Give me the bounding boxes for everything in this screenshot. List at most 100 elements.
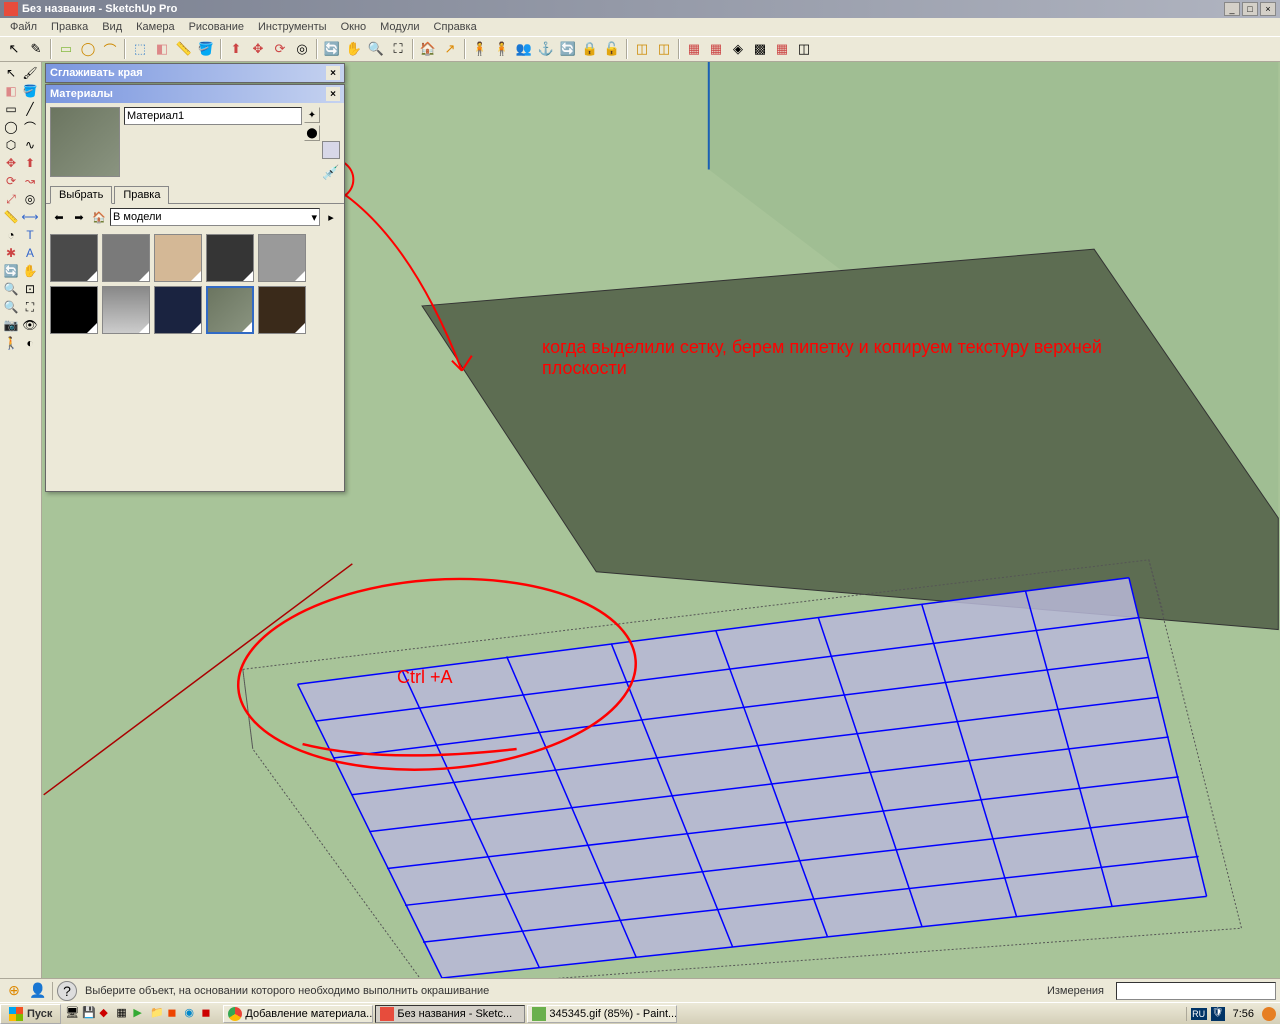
anchor-icon[interactable]: ⚓ (536, 39, 556, 59)
arc-tool-icon[interactable]: ⌒ (100, 39, 120, 59)
layer2-icon[interactable]: ◫ (654, 39, 674, 59)
menu-camera[interactable]: Камера (130, 19, 180, 35)
material-swatch[interactable] (258, 286, 306, 334)
nav-back-icon[interactable]: ⬅ (50, 208, 68, 226)
component-tool-icon[interactable]: ⬚ (130, 39, 150, 59)
ql-desktop-icon[interactable]: 🖥 (65, 1006, 81, 1022)
eyedropper-tool-icon[interactable]: 💉 (322, 163, 340, 181)
zoom-tool-icon[interactable]: 🔍 (366, 39, 386, 59)
lt-sect-icon[interactable]: ◐ (21, 334, 39, 352)
ext6-icon[interactable]: ◫ (794, 39, 814, 59)
move-tool-icon[interactable]: ✥ (248, 39, 268, 59)
orbit-tool-icon[interactable]: 🔄 (322, 39, 342, 59)
lt-text-icon[interactable]: T (21, 226, 39, 244)
lt-arc-icon[interactable]: ⌒ (21, 118, 39, 136)
panel-smooth-edges[interactable]: Сглаживать края × (45, 63, 345, 83)
material-swatch[interactable] (154, 286, 202, 334)
material-swatch[interactable] (50, 234, 98, 282)
minimize-button[interactable]: _ (1224, 2, 1240, 16)
panel-materials-close-icon[interactable]: × (326, 87, 340, 101)
lt-circle-icon[interactable]: ◯ (2, 118, 20, 136)
lt-follow-icon[interactable]: ↝ (21, 172, 39, 190)
ext4-icon[interactable]: ▩ (750, 39, 770, 59)
lt-walk-icon[interactable]: 👁 (21, 316, 39, 334)
refresh-icon[interactable]: 🔄 (558, 39, 578, 59)
material-swatch[interactable] (102, 234, 150, 282)
material-create-icon[interactable]: ⬤ (304, 125, 320, 141)
tab-edit[interactable]: Правка (114, 186, 169, 204)
ext5-icon[interactable]: ▦ (772, 39, 792, 59)
lt-rect-icon[interactable]: ▭ (2, 100, 20, 118)
status-geo-icon[interactable]: ⊕ (4, 981, 24, 1001)
ql-app1-icon[interactable]: ◆ (99, 1006, 115, 1022)
lt-look-icon[interactable]: 🚶 (2, 334, 20, 352)
offset-tool-icon[interactable]: ◎ (292, 39, 312, 59)
menu-plugins[interactable]: Модули (374, 19, 425, 35)
status-credits-icon[interactable]: 👤 (28, 981, 48, 1001)
menu-file[interactable]: Файл (4, 19, 43, 35)
menu-view[interactable]: Вид (96, 19, 128, 35)
line-tool-icon[interactable]: ✎ (26, 39, 46, 59)
warehouse-icon[interactable]: 🏠 (418, 39, 438, 59)
ql-app5-icon[interactable]: ◼ (167, 1006, 183, 1022)
lt-line-icon[interactable]: ╱ (21, 100, 39, 118)
material-swatch[interactable] (154, 234, 202, 282)
ql-app3-icon[interactable]: ▶ (133, 1006, 149, 1022)
lt-axes-icon[interactable]: ✱ (2, 244, 20, 262)
status-help-icon[interactable]: ? (57, 981, 77, 1001)
nav-forward-icon[interactable]: ➡ (70, 208, 88, 226)
tray-shield-icon[interactable]: 🛡 (1211, 1007, 1225, 1021)
taskbar-item-chrome[interactable]: Добавление материала... (223, 1005, 373, 1023)
material-location-select[interactable]: В модели▾ (110, 208, 320, 226)
ql-app7-icon[interactable]: ◼ (201, 1006, 217, 1022)
nav-details-icon[interactable]: ▸ (322, 208, 340, 226)
material-swatch[interactable] (102, 286, 150, 334)
rectangle-tool-icon[interactable]: ▭ (56, 39, 76, 59)
lt-move-icon[interactable]: ✥ (2, 154, 20, 172)
material-swatch-selected[interactable] (206, 286, 254, 334)
ql-app4-icon[interactable]: 📁 (150, 1006, 166, 1022)
layer1-icon[interactable]: ◫ (632, 39, 652, 59)
lt-cam-icon[interactable]: 📷 (2, 316, 20, 334)
material-name-input[interactable] (124, 107, 302, 125)
lt-scale-icon[interactable]: ⤢ (2, 190, 20, 208)
ext3-icon[interactable]: ◈ (728, 39, 748, 59)
paint-tool-icon[interactable]: 🪣 (196, 39, 216, 59)
unlock-icon[interactable]: 🔓 (602, 39, 622, 59)
ql-app2-icon[interactable]: ▦ (116, 1006, 132, 1022)
share-icon[interactable]: ↗ (440, 39, 460, 59)
material-swatch[interactable] (50, 286, 98, 334)
menu-help[interactable]: Справка (428, 19, 483, 35)
panel-smooth-close-icon[interactable]: × (326, 66, 340, 80)
lt-select-icon[interactable]: ↖ (2, 64, 20, 82)
lt-prev-icon[interactable]: 🔍 (2, 298, 20, 316)
lt-3dtext-icon[interactable]: A (21, 244, 39, 262)
lt-orbit-icon[interactable]: 🔄 (2, 262, 20, 280)
tab-select[interactable]: Выбрать (50, 186, 112, 204)
circle-tool-icon[interactable]: ◯ (78, 39, 98, 59)
ext1-icon[interactable]: ▦ (684, 39, 704, 59)
person2-icon[interactable]: 🧍 (492, 39, 512, 59)
lt-zoom-icon[interactable]: 🔍 (2, 280, 20, 298)
material-swatch[interactable] (258, 234, 306, 282)
person-icon[interactable]: 🧍 (470, 39, 490, 59)
default-color-swatch[interactable] (322, 141, 340, 159)
material-swatch[interactable] (206, 234, 254, 282)
lock-icon[interactable]: 🔒 (580, 39, 600, 59)
lt-push-icon[interactable]: ⬆ (21, 154, 39, 172)
menu-window[interactable]: Окно (335, 19, 373, 35)
taskbar-item-paint[interactable]: 345345.gif (85%) - Paint... (527, 1005, 677, 1023)
material-fullscreen-icon[interactable]: ✦ (304, 107, 320, 123)
lt-paint-icon[interactable]: 🪣 (21, 82, 39, 100)
lt-dim-icon[interactable]: ⟷ (21, 208, 39, 226)
tape-tool-icon[interactable]: 📏 (174, 39, 194, 59)
lt-ext-icon[interactable]: ⛶ (21, 298, 39, 316)
lt-tape-icon[interactable]: 📏 (2, 208, 20, 226)
nav-home-icon[interactable]: 🏠 (90, 208, 108, 226)
select-tool-icon[interactable]: ↖ (4, 39, 24, 59)
rotate-tool-icon[interactable]: ⟳ (270, 39, 290, 59)
taskbar-item-sketchup[interactable]: Без названия - Sketc... (375, 1005, 525, 1023)
start-button[interactable]: Пуск (0, 1004, 61, 1024)
menu-tools[interactable]: Инструменты (252, 19, 333, 35)
menu-draw[interactable]: Рисование (183, 19, 250, 35)
